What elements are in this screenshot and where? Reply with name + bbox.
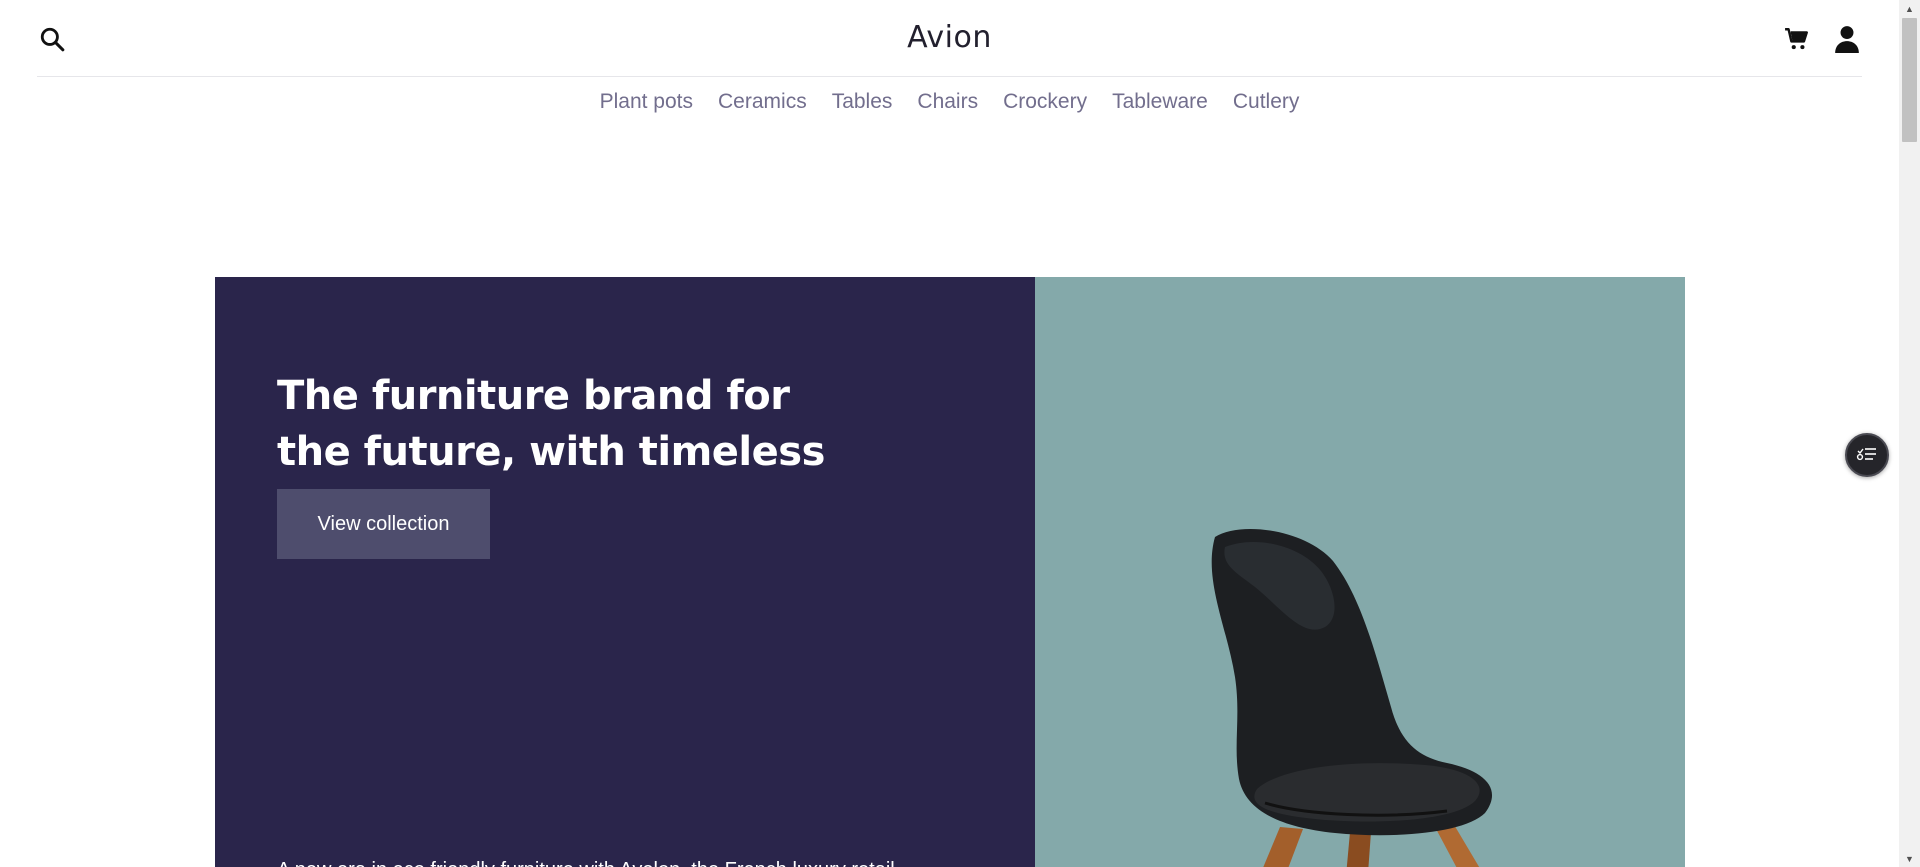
cart-button[interactable] [1782, 24, 1812, 54]
cart-icon [1785, 28, 1808, 50]
hero-banner: The furniture brand for the future, with… [215, 277, 1685, 867]
nav-item-cutlery[interactable]: Cutlery [1233, 90, 1300, 114]
category-nav: Plant pots Ceramics Tables Chairs Crocke… [0, 90, 1899, 114]
top-header: Avion [37, 0, 1862, 77]
vertical-scrollbar[interactable]: ▲ ▼ [1899, 0, 1920, 867]
nav-item-crockery[interactable]: Crockery [1003, 90, 1087, 114]
nav-item-ceramics[interactable]: Ceramics [718, 90, 807, 114]
view-collection-button[interactable]: View collection [277, 489, 490, 559]
hero-image-panel [1035, 277, 1685, 867]
floating-filter-button[interactable] [1845, 433, 1889, 477]
page: Avion Plant pots Ceramics Tables Chairs … [0, 0, 1899, 867]
nav-item-chairs[interactable]: Chairs [917, 90, 978, 114]
scroll-down-arrow[interactable]: ▼ [1899, 850, 1920, 867]
hero-description: A new era in eco friendly furniture with… [277, 856, 977, 867]
brand-logo[interactable]: Avion [37, 20, 1862, 55]
chair-image [1211, 529, 1493, 867]
scroll-up-arrow[interactable]: ▲ [1899, 0, 1920, 17]
nav-item-plant-pots[interactable]: Plant pots [600, 90, 693, 114]
nav-item-tables[interactable]: Tables [832, 90, 893, 114]
nav-item-tableware[interactable]: Tableware [1112, 90, 1208, 114]
user-icon [1835, 26, 1859, 53]
account-button[interactable] [1832, 24, 1862, 54]
scroll-thumb[interactable] [1902, 18, 1917, 142]
filter-list-icon [1856, 448, 1876, 461]
hero-text-panel: The furniture brand for the future, with… [215, 277, 1035, 867]
